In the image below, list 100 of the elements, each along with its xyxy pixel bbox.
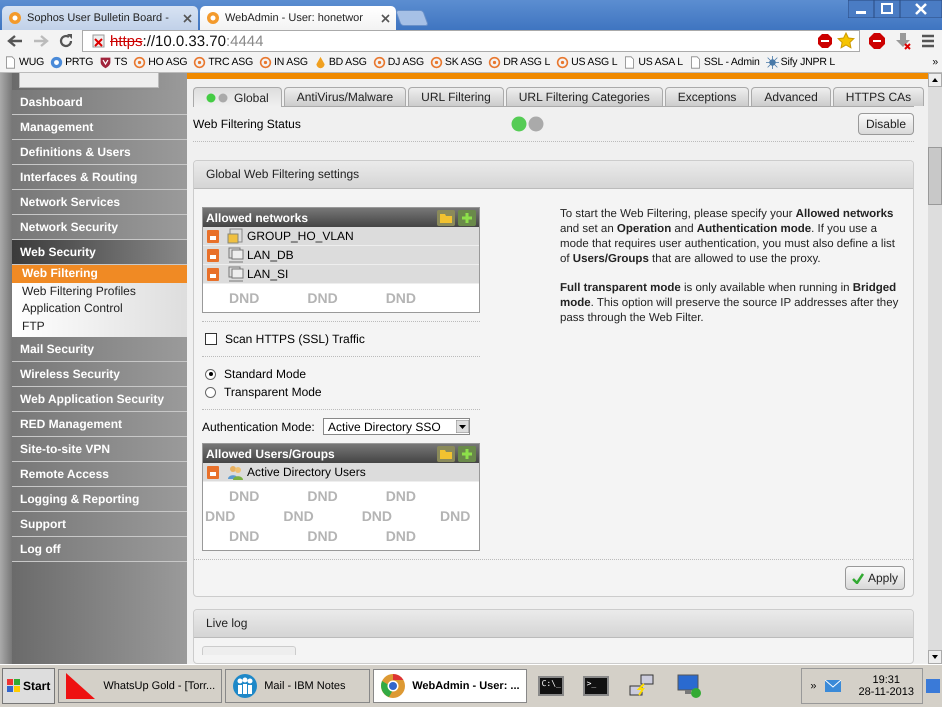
menu-item[interactable]: Management — [12, 115, 187, 140]
bookmark[interactable]: DJ ASG — [372, 56, 424, 68]
browser-tab[interactable]: WebAdmin - User: honetwor — [200, 6, 396, 30]
bookmark[interactable]: DR ASG L — [488, 56, 550, 68]
tab[interactable]: Global — [193, 87, 282, 107]
menu-item[interactable]: Interfaces & Routing — [12, 165, 187, 190]
status-label: Web Filtering Status — [193, 117, 302, 131]
maximize-button[interactable] — [874, 0, 900, 18]
ring-icon — [488, 56, 502, 68]
bookmark[interactable]: BD ASG — [314, 56, 367, 68]
list-row[interactable]: GROUP_HO_VLAN — [203, 227, 479, 246]
bookmark[interactable]: SSL - Admin — [688, 56, 760, 68]
new-tab-button[interactable] — [395, 10, 429, 26]
download-icon[interactable] — [894, 32, 912, 50]
menu-item[interactable]: Web Security — [12, 240, 187, 265]
help-paragraph: Full transparent mode is only available when running in Bridged mode. This option will preserve the source IP addresses after they pass through the Web Filter. — [560, 281, 900, 326]
tab[interactable]: Advanced — [751, 87, 831, 106]
radio-button[interactable] — [205, 368, 216, 380]
bookmark[interactable]: HO ASG — [133, 56, 188, 68]
menu-item[interactable]: Log off — [12, 537, 187, 562]
back-arrow-icon[interactable] — [6, 33, 24, 49]
bookmark[interactable]: TS — [99, 56, 128, 68]
mail-icon[interactable] — [824, 680, 841, 692]
reload-icon[interactable] — [58, 33, 74, 49]
tab[interactable]: URL Filtering — [408, 87, 504, 106]
plus-icon[interactable] — [458, 446, 476, 462]
scrollbar[interactable] — [928, 73, 942, 664]
taskbar-button[interactable]: WhatsUp Gold - [Torr... — [58, 669, 222, 703]
list-title: Allowed networks — [206, 210, 308, 224]
page-icon — [4, 56, 17, 68]
list-row[interactable]: Active Directory Users — [203, 463, 479, 482]
bookmark[interactable]: US ASA L — [623, 56, 683, 68]
bookmark[interactable]: Sify JNPR L — [766, 56, 836, 68]
menu-item[interactable]: Wireless Security — [12, 362, 187, 387]
menu-item[interactable]: Mail Security — [12, 337, 187, 362]
apply-button[interactable]: Apply — [844, 566, 905, 590]
menu-item[interactable]: Web Application Security — [12, 387, 187, 412]
submenu-item[interactable]: Web Filtering Profiles — [12, 282, 187, 300]
search-field[interactable] — [19, 73, 159, 88]
tab[interactable]: HTTPS CAs — [832, 87, 924, 106]
menu-item[interactable]: Remote Access — [12, 462, 187, 487]
folder-icon[interactable] — [437, 210, 455, 226]
page-icon — [623, 56, 636, 68]
show-hidden-icons-button[interactable]: » — [810, 680, 817, 692]
drop-hint-text: DND — [307, 290, 338, 306]
bookmark[interactable]: IN ASG — [259, 56, 308, 68]
folder-icon[interactable] — [437, 446, 455, 462]
shield-icon — [99, 56, 112, 68]
plus-icon[interactable] — [458, 210, 476, 226]
bookmark[interactable]: TRC ASG — [193, 56, 254, 68]
minimize-button[interactable] — [848, 0, 874, 18]
list-row[interactable]: LAN_SI — [203, 265, 479, 284]
address-field[interactable]: https://10.0.33.70:4444 — [82, 30, 860, 52]
bookmark[interactable]: WUG — [4, 56, 44, 68]
menu-item[interactable]: Definitions & Users — [12, 140, 187, 165]
submenu-item[interactable]: Application Control — [12, 300, 187, 318]
menu-item[interactable]: Network Services — [12, 190, 187, 215]
drop-hint-text: DND — [386, 488, 416, 504]
more-bookmarks-button[interactable]: » — [932, 56, 938, 68]
checkbox-label: Scan HTTPS (SSL) Traffic — [225, 332, 365, 346]
ring-icon — [372, 56, 386, 68]
list-row[interactable]: LAN_DB — [203, 246, 479, 265]
tab[interactable]: URL Filtering Categories — [506, 87, 663, 106]
browser-logo-icon — [380, 673, 406, 699]
submenu-item[interactable]: FTP — [12, 318, 187, 335]
menu-item[interactable]: Support — [12, 512, 187, 537]
scroll-thumb[interactable] — [928, 147, 942, 205]
disable-button[interactable]: Disable — [858, 113, 914, 135]
close-icon[interactable] — [183, 14, 192, 22]
start-button[interactable]: Start — [2, 668, 56, 704]
menu-icon[interactable] — [920, 33, 936, 49]
terminal-icon[interactable]: >_ — [582, 676, 609, 696]
dropdown-arrow-icon — [456, 420, 469, 433]
menu-item[interactable]: RED Management — [12, 412, 187, 437]
bookmark[interactable]: SK ASG — [430, 56, 482, 68]
menu-item[interactable]: Dashboard — [12, 90, 187, 115]
radio-button[interactable] — [205, 386, 216, 398]
browser-tab[interactable]: Sophos User Bulletin Board - — [2, 6, 198, 30]
menu-item[interactable]: Network Security — [12, 215, 187, 240]
close-icon[interactable] — [381, 14, 390, 22]
radio-label: Transparent Mode — [224, 385, 322, 399]
bookmark[interactable]: PRTG — [50, 56, 94, 68]
tab[interactable]: AntiVirus/Malware — [284, 87, 406, 106]
people-icon — [232, 673, 258, 699]
dropdown[interactable]: Active Directory SSO — [323, 418, 470, 435]
taskbar-button[interactable]: WebAdmin - User: ... — [373, 669, 527, 703]
menu-item[interactable]: Logging & Reporting — [12, 487, 187, 512]
command-prompt-icon[interactable]: C:\_ — [538, 676, 564, 696]
star-icon[interactable] — [837, 32, 855, 50]
network-icon — [227, 266, 244, 282]
drop-hint-text: DND — [229, 290, 260, 306]
checkbox[interactable] — [205, 333, 217, 345]
stop-sign-icon[interactable] — [868, 32, 886, 50]
menu-item[interactable]: Site-to-site VPN — [12, 437, 187, 462]
tab[interactable]: Exceptions — [664, 87, 750, 106]
bookmark[interactable]: US ASG L — [556, 56, 618, 68]
close-button[interactable] — [900, 0, 942, 18]
ring-icon — [556, 56, 570, 68]
network-icon — [227, 247, 244, 263]
taskbar-button[interactable]: Mail - IBM Notes — [225, 669, 370, 703]
